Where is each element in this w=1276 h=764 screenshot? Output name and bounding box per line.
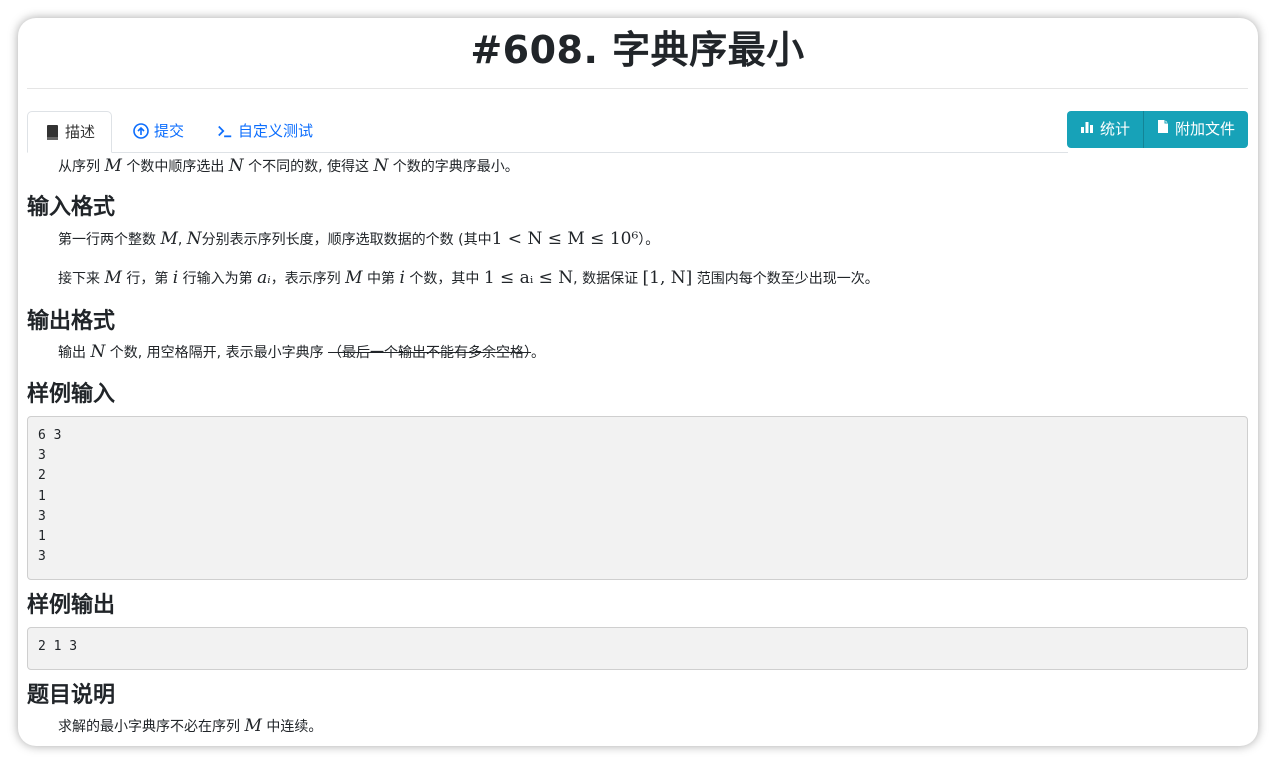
bar-chart-icon [1080,111,1094,148]
action-buttons: 统计 附加文件 [1066,111,1248,148]
sample-output-block[interactable]: 2 1 3 [27,627,1248,670]
input-format-line-2: 接下来 M 行，第 i 行输入为第 aᵢ，表示序列 M 中第 i 个数，其中 1… [58,268,879,288]
statistics-button-label: 统计 [1099,120,1130,138]
problem-window: #608. 字典序最小 描述 提交 自定义测试 统计 附加文件 从序列 M 个数… [18,18,1258,746]
problem-panel: #608. 字典序最小 描述 提交 自定义测试 统计 附加文件 从序列 M 个数… [27,18,1248,746]
tab-description[interactable]: 描述 [27,111,113,153]
input-format-line-1: 第一行两个整数 M, N分别表示序列长度，顺序选取数据的个数 (其中1 < N … [58,229,660,249]
terminal-icon [217,123,233,139]
file-icon [1157,111,1169,148]
explanation-heading: 题目说明 [27,683,116,708]
page-title: #608. 字典序最小 [27,28,1248,89]
description-text: 从序列 M 个数中顺序选出 N 个不同的数, 使得这 N 个数的字典序最小。 [58,156,519,176]
sample-input-block[interactable]: 6 3 3 2 1 3 1 3 [27,416,1248,580]
output-format-text: 输出 N 个数, 用空格隔开, 表示最小字典序 （最后一个输出不能有多余空格）。 [58,342,546,362]
input-format-heading: 输入格式 [27,195,116,220]
tabs: 描述 提交 自定义测试 [27,111,1068,153]
tab-bar: 描述 提交 自定义测试 统计 附加文件 [27,111,1248,153]
attachments-button-label: 附加文件 [1174,120,1235,138]
statistics-button[interactable]: 统计 [1066,111,1144,148]
tab-description-label: 描述 [65,123,96,141]
tab-custom-test-label: 自定义测试 [238,122,314,140]
explanation-text: 求解的最小字典序不必在序列 M 中连续。 [58,716,323,736]
sample-output-heading: 样例输出 [27,593,116,618]
attachments-button[interactable]: 附加文件 [1143,111,1248,148]
tab-submit-label: 提交 [154,122,185,140]
book-icon [44,124,60,140]
sample-input-heading: 样例输入 [27,382,116,407]
tab-submit[interactable]: 提交 [117,111,200,151]
output-format-heading: 输出格式 [27,309,116,334]
upload-circle-icon [133,123,149,139]
tab-custom-test[interactable]: 自定义测试 [201,111,329,151]
